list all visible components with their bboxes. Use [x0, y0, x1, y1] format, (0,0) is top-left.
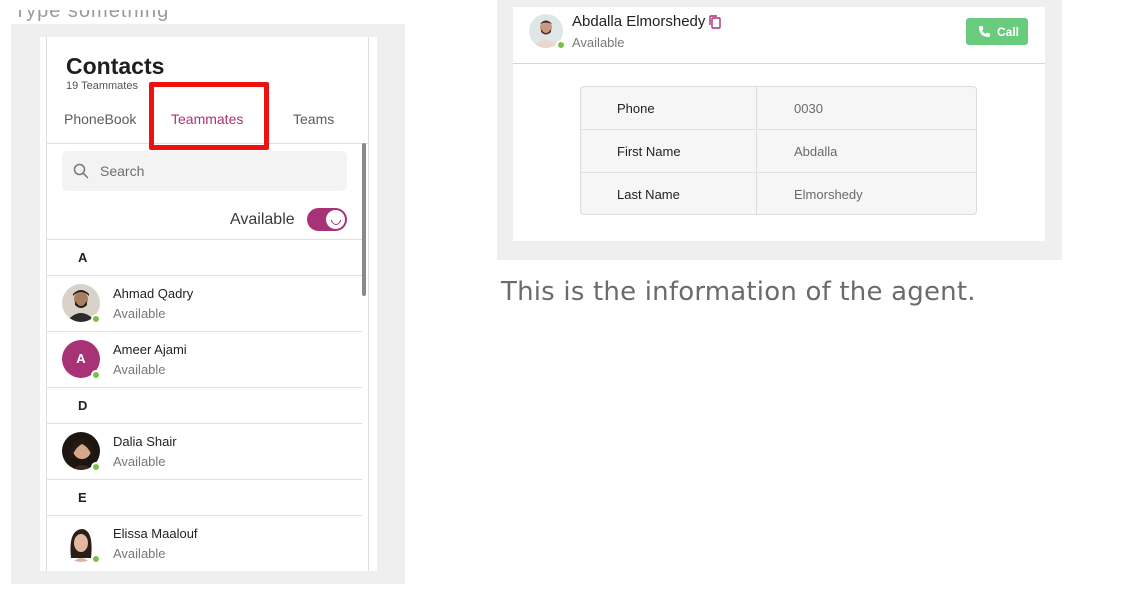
- field-value: Abdalla: [794, 144, 838, 159]
- list-item[interactable]: Elissa Maalouf Available: [46, 516, 362, 571]
- teammates-tab-highlight: [149, 82, 269, 150]
- teammates-list: A Ahmad Qadry Available A Ameer Ajami Av…: [46, 239, 362, 571]
- online-indicator: [91, 314, 101, 324]
- search-icon: [73, 163, 89, 179]
- agent-info-screenshot-frame: Abdalla Elmorshedy Available Call Phone …: [497, 0, 1062, 260]
- list-item[interactable]: Dalia Shair Available: [46, 424, 362, 479]
- field-key: First Name: [617, 144, 681, 159]
- field-key: Last Name: [617, 187, 680, 202]
- agent-status: Available: [572, 35, 625, 50]
- call-button[interactable]: Call: [966, 18, 1028, 45]
- contact-status: Available: [113, 362, 166, 377]
- copy-icon[interactable]: [708, 15, 722, 29]
- availability-toggle[interactable]: [307, 208, 347, 231]
- contact-status: Available: [113, 454, 166, 469]
- online-indicator: [91, 554, 101, 564]
- agent-info-table: Phone 0030 First Name Abdalla Last Name …: [580, 86, 977, 215]
- scrollbar[interactable]: [362, 143, 366, 296]
- group-letter-e: E: [78, 490, 87, 505]
- field-value: 0030: [794, 101, 823, 116]
- field-value: Elmorshedy: [794, 187, 863, 202]
- table-row: Phone 0030: [581, 87, 976, 130]
- contact-status: Available: [113, 546, 166, 561]
- phone-icon: [979, 26, 990, 37]
- field-key: Phone: [617, 101, 655, 116]
- search-box[interactable]: [62, 151, 347, 191]
- card-header-divider: [513, 63, 1045, 64]
- contact-name: Elissa Maalouf: [113, 526, 198, 541]
- contact-name: Ahmad Qadry: [113, 286, 194, 301]
- tab-phonebook[interactable]: PhoneBook: [64, 111, 136, 127]
- caption-text: This is the information of the agent.: [501, 277, 976, 307]
- agent-name: Abdalla Elmorshedy: [572, 13, 706, 30]
- cropped-text-fragment: Type something: [14, 10, 170, 22]
- panel-right-border: [368, 37, 369, 571]
- online-indicator: [556, 40, 566, 50]
- availability-label: Available: [230, 211, 295, 228]
- contact-name: Dalia Shair: [113, 434, 177, 449]
- online-indicator: [91, 462, 101, 472]
- online-indicator: [91, 370, 101, 380]
- list-item[interactable]: A Ameer Ajami Available: [46, 332, 362, 387]
- search-input[interactable]: [100, 161, 330, 181]
- agent-card: Abdalla Elmorshedy Available Call Phone …: [513, 7, 1045, 241]
- table-row: Last Name Elmorshedy: [581, 173, 976, 214]
- teammates-count: 19 Teammates: [66, 80, 138, 92]
- contact-name: Ameer Ajami: [113, 342, 187, 357]
- group-letter-a: A: [78, 250, 88, 265]
- call-label: Call: [997, 25, 1020, 39]
- contact-status: Available: [113, 306, 166, 321]
- tab-teams[interactable]: Teams: [293, 111, 334, 127]
- table-row: First Name Abdalla: [581, 130, 976, 173]
- contacts-title: Contacts: [66, 53, 165, 79]
- group-letter-d: D: [78, 398, 88, 413]
- list-item[interactable]: Ahmad Qadry Available: [46, 276, 362, 331]
- toggle-knob: [326, 210, 345, 229]
